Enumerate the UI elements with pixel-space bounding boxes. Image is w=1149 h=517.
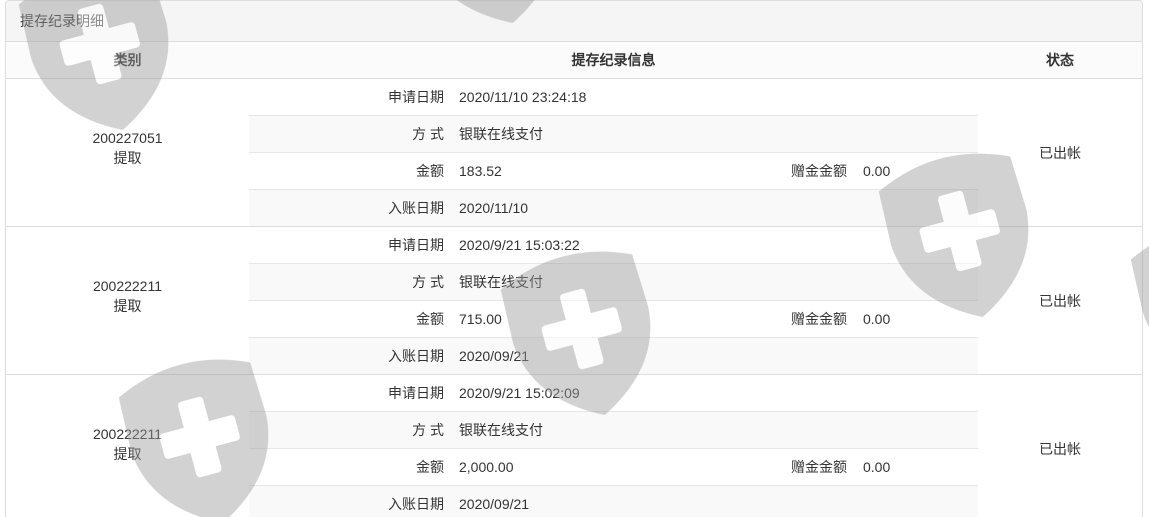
bonus-amount-value: 0.00 xyxy=(863,163,891,179)
apply-date-value: 2020/9/21 15:02:09 xyxy=(459,385,580,401)
amount-row: 金额 2,000.00 赠金金额 0.00 xyxy=(249,449,978,486)
bonus-amount-label: 赠金金额 xyxy=(791,311,847,327)
amount-label: 金额 xyxy=(416,163,444,179)
method-label: 方 式 xyxy=(412,274,444,290)
method-row: 方 式 银联在线支付 xyxy=(249,264,978,301)
bonus-amount-value: 0.00 xyxy=(863,459,891,475)
record-row: 200222211 提取 申请日期 2020/9/21 15:03:22 方 式… xyxy=(6,227,1142,375)
category-cell: 200227051 提取 xyxy=(6,79,249,226)
apply-date-value: 2020/9/21 15:03:22 xyxy=(459,237,580,253)
amount-row: 金额 183.52 赠金金额 0.00 xyxy=(249,153,978,190)
amount-value: 183.52 xyxy=(459,163,502,179)
bonus-amount-value: 0.00 xyxy=(863,311,891,327)
category-cell: 200222211 提取 xyxy=(6,375,249,517)
posted-date-value: 2020/11/10 xyxy=(459,200,529,216)
posted-date-label: 入账日期 xyxy=(388,200,444,216)
amount-value: 2,000.00 xyxy=(459,459,514,475)
status-text: 已出帐 xyxy=(1039,292,1081,309)
status-cell: 已出帐 xyxy=(978,79,1142,226)
amount-label: 金额 xyxy=(416,459,444,475)
amount-label: 金额 xyxy=(416,311,444,327)
method-value: 银联在线支付 xyxy=(459,274,543,290)
record-type: 提取 xyxy=(113,445,142,462)
record-type: 提取 xyxy=(113,149,142,166)
posted-date-value: 2020/09/21 xyxy=(459,348,530,364)
method-value: 银联在线支付 xyxy=(459,126,543,142)
amount-row: 金额 715.00 赠金金额 0.00 xyxy=(249,301,978,338)
amount-value: 715.00 xyxy=(459,311,502,327)
apply-date-row: 申请日期 2020/9/21 15:02:09 xyxy=(249,375,978,412)
record-type: 提取 xyxy=(113,297,142,314)
method-value: 银联在线支付 xyxy=(459,422,543,438)
posted-date-row: 入账日期 2020/09/21 xyxy=(249,486,978,517)
record-number: 200222211 xyxy=(92,277,163,294)
apply-date-label: 申请日期 xyxy=(388,237,444,253)
category-cell: 200222211 提取 xyxy=(6,227,249,374)
bonus-amount-label: 赠金金额 xyxy=(791,459,847,475)
method-label: 方 式 xyxy=(412,126,444,142)
record-info-cell: 申请日期 2020/11/10 23:24:18 方 式 银联在线支付 金额 1… xyxy=(249,79,978,226)
record-number: 200222211 xyxy=(92,425,163,442)
apply-date-label: 申请日期 xyxy=(388,385,444,401)
apply-date-row: 申请日期 2020/9/21 15:03:22 xyxy=(249,227,978,264)
status-cell: 已出帐 xyxy=(978,227,1142,374)
page: 提存纪录明细 类别 提存纪录信息 状态 200227051 提取 申请日期 20… xyxy=(0,0,1149,517)
record-row: 200227051 提取 申请日期 2020/11/10 23:24:18 方 … xyxy=(6,79,1142,227)
posted-date-value: 2020/09/21 xyxy=(459,496,530,512)
panel-title: 提存纪录明细 xyxy=(6,1,1142,42)
status-cell: 已出帐 xyxy=(978,375,1142,517)
posted-date-row: 入账日期 2020/09/21 xyxy=(249,338,978,374)
method-label: 方 式 xyxy=(412,422,444,438)
apply-date-row: 申请日期 2020/11/10 23:24:18 xyxy=(249,79,978,116)
bonus-amount-label: 赠金金额 xyxy=(791,163,847,179)
table-header: 类别 提存纪录信息 状态 xyxy=(6,42,1142,79)
column-header-category: 类别 xyxy=(113,52,142,68)
status-text: 已出帐 xyxy=(1039,144,1081,161)
record-info-cell: 申请日期 2020/9/21 15:03:22 方 式 银联在线支付 金额 71… xyxy=(249,227,978,374)
posted-date-label: 入账日期 xyxy=(388,496,444,512)
withdrawal-records-panel: 提存纪录明细 类别 提存纪录信息 状态 200227051 提取 申请日期 20… xyxy=(5,0,1143,517)
apply-date-label: 申请日期 xyxy=(388,89,444,105)
record-number: 200227051 xyxy=(92,129,163,146)
column-header-info: 提存纪录信息 xyxy=(571,52,656,68)
method-row: 方 式 银联在线支付 xyxy=(249,116,978,153)
apply-date-value: 2020/11/10 23:24:18 xyxy=(459,89,587,105)
posted-date-label: 入账日期 xyxy=(388,348,444,364)
column-header-status: 状态 xyxy=(1046,52,1074,68)
posted-date-row: 入账日期 2020/11/10 xyxy=(249,190,978,226)
records-body: 200227051 提取 申请日期 2020/11/10 23:24:18 方 … xyxy=(6,79,1142,517)
status-text: 已出帐 xyxy=(1039,440,1081,457)
record-info-cell: 申请日期 2020/9/21 15:02:09 方 式 银联在线支付 金额 2,… xyxy=(249,375,978,517)
record-row: 200222211 提取 申请日期 2020/9/21 15:02:09 方 式… xyxy=(6,375,1142,517)
method-row: 方 式 银联在线支付 xyxy=(249,412,978,449)
